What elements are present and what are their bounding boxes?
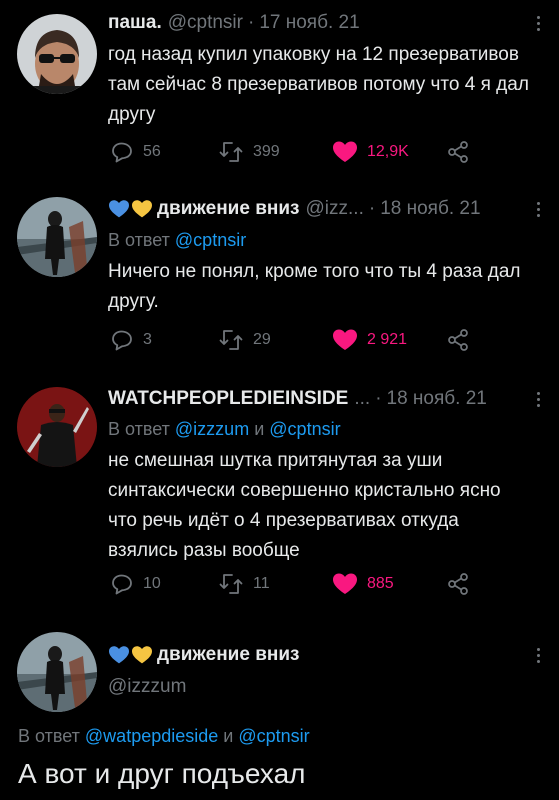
separator-dot: ·: [375, 388, 382, 409]
tweet-date[interactable]: 18 нояб. 21: [380, 198, 480, 220]
more-icon[interactable]: [531, 196, 545, 222]
reply-icon: [112, 574, 132, 595]
reply-button[interactable]: 56: [110, 140, 161, 164]
display-name[interactable]: движение вниз: [157, 644, 300, 666]
retweet-icon: [219, 142, 243, 162]
mention-link[interactable]: @cptnsir: [175, 230, 246, 250]
like-button[interactable]: 12,9K: [332, 140, 409, 164]
reply-prefix: В ответ: [18, 726, 80, 746]
display-name[interactable]: WATCHPEOPLEDIEINSIDE: [108, 388, 348, 410]
share-icon: [448, 329, 468, 351]
like-icon: [333, 141, 357, 162]
separator-dot: ·: [247, 12, 255, 33]
reply-and: и: [254, 419, 265, 439]
reply-count: 56: [143, 143, 161, 160]
tweet-date[interactable]: 18 нояб. 21: [387, 388, 487, 410]
tweet[interactable]: движение вниз @izz... · 18 нояб. 21 В от…: [0, 185, 559, 375]
reply-context: В ответ @cptnsir: [108, 227, 545, 253]
tweet-text: Ничего не понял, кроме того что ты 4 раз…: [108, 261, 521, 312]
reply-button[interactable]: 3: [110, 328, 152, 352]
retweet-button[interactable]: 29: [218, 328, 271, 352]
reply-icon: [112, 142, 132, 163]
display-name[interactable]: паша.: [108, 12, 162, 34]
profile-emoji: [108, 645, 153, 665]
tweet-text: не смешная шутка притянутая за уши синта…: [108, 450, 501, 561]
reply-context: В ответ @izzzum и @cptnsir: [108, 416, 545, 442]
reply-count: 10: [143, 575, 161, 592]
retweet-count: 11: [253, 575, 270, 592]
separator-dot: ·: [368, 198, 376, 219]
display-name[interactable]: движение вниз: [157, 198, 300, 220]
share-button[interactable]: [446, 328, 470, 352]
tweet-text: А вот и друг подъехал: [18, 758, 306, 789]
avatar[interactable]: [17, 632, 97, 712]
mention-link[interactable]: @cptnsir: [238, 726, 309, 746]
reply-context: В ответ @watpepdieside и @cptnsir: [18, 723, 310, 749]
retweet-count: 29: [253, 331, 271, 348]
tweet[interactable]: WATCHPEOPLEDIEINSIDE ... · 18 нояб. 21 В…: [0, 375, 559, 620]
like-button[interactable]: 885: [332, 572, 394, 596]
focused-tweet: движение вниз @izzzum В ответ @watpepdie…: [0, 620, 559, 800]
reply-count: 3: [143, 331, 152, 348]
like-count: 885: [367, 575, 394, 592]
avatar[interactable]: [17, 14, 97, 94]
reply-and: и: [223, 726, 234, 746]
more-icon[interactable]: [531, 10, 545, 36]
mention-link[interactable]: @watpepdieside: [85, 726, 218, 746]
user-handle[interactable]: ...: [354, 388, 370, 410]
more-icon[interactable]: [531, 386, 545, 412]
reply-prefix: В ответ: [108, 230, 170, 250]
more-icon[interactable]: [531, 642, 545, 668]
reply-icon: [112, 330, 132, 351]
retweet-icon: [219, 574, 243, 594]
yellow-heart-emoji: [132, 646, 152, 664]
like-icon: [333, 329, 357, 350]
share-button[interactable]: [446, 140, 470, 164]
like-icon: [333, 573, 357, 594]
blue-heart-emoji: [109, 646, 129, 664]
yellow-heart-emoji: [132, 200, 152, 218]
reply-button[interactable]: 10: [110, 572, 161, 596]
reply-prefix: В ответ: [108, 419, 170, 439]
tweet[interactable]: паша. @cptnsir · 17 нояб. 21 год назад к…: [0, 0, 559, 185]
like-count: 2 921: [367, 331, 408, 348]
user-handle[interactable]: @izzzum: [108, 674, 545, 700]
profile-emoji: [108, 199, 153, 219]
retweet-button[interactable]: 399: [218, 140, 280, 164]
tweet-text: год назад купил упаковку на 12 презерват…: [108, 44, 529, 125]
mention-link[interactable]: @izzzum: [175, 419, 249, 439]
mention-link[interactable]: @cptnsir: [269, 419, 340, 439]
share-icon: [448, 141, 468, 163]
retweet-button[interactable]: 11: [218, 572, 270, 596]
user-handle[interactable]: @izz...: [306, 198, 364, 220]
like-button[interactable]: 2 921: [332, 328, 407, 352]
share-icon: [448, 573, 468, 595]
tweet-date[interactable]: 17 нояб. 21: [259, 12, 359, 34]
avatar[interactable]: [17, 197, 97, 277]
like-count: 12,9K: [367, 143, 409, 160]
avatar[interactable]: [17, 387, 97, 467]
share-button[interactable]: [446, 572, 470, 596]
retweet-icon: [219, 330, 243, 350]
blue-heart-emoji: [109, 200, 129, 218]
user-handle[interactable]: @cptnsir: [168, 12, 243, 34]
retweet-count: 399: [253, 143, 280, 160]
